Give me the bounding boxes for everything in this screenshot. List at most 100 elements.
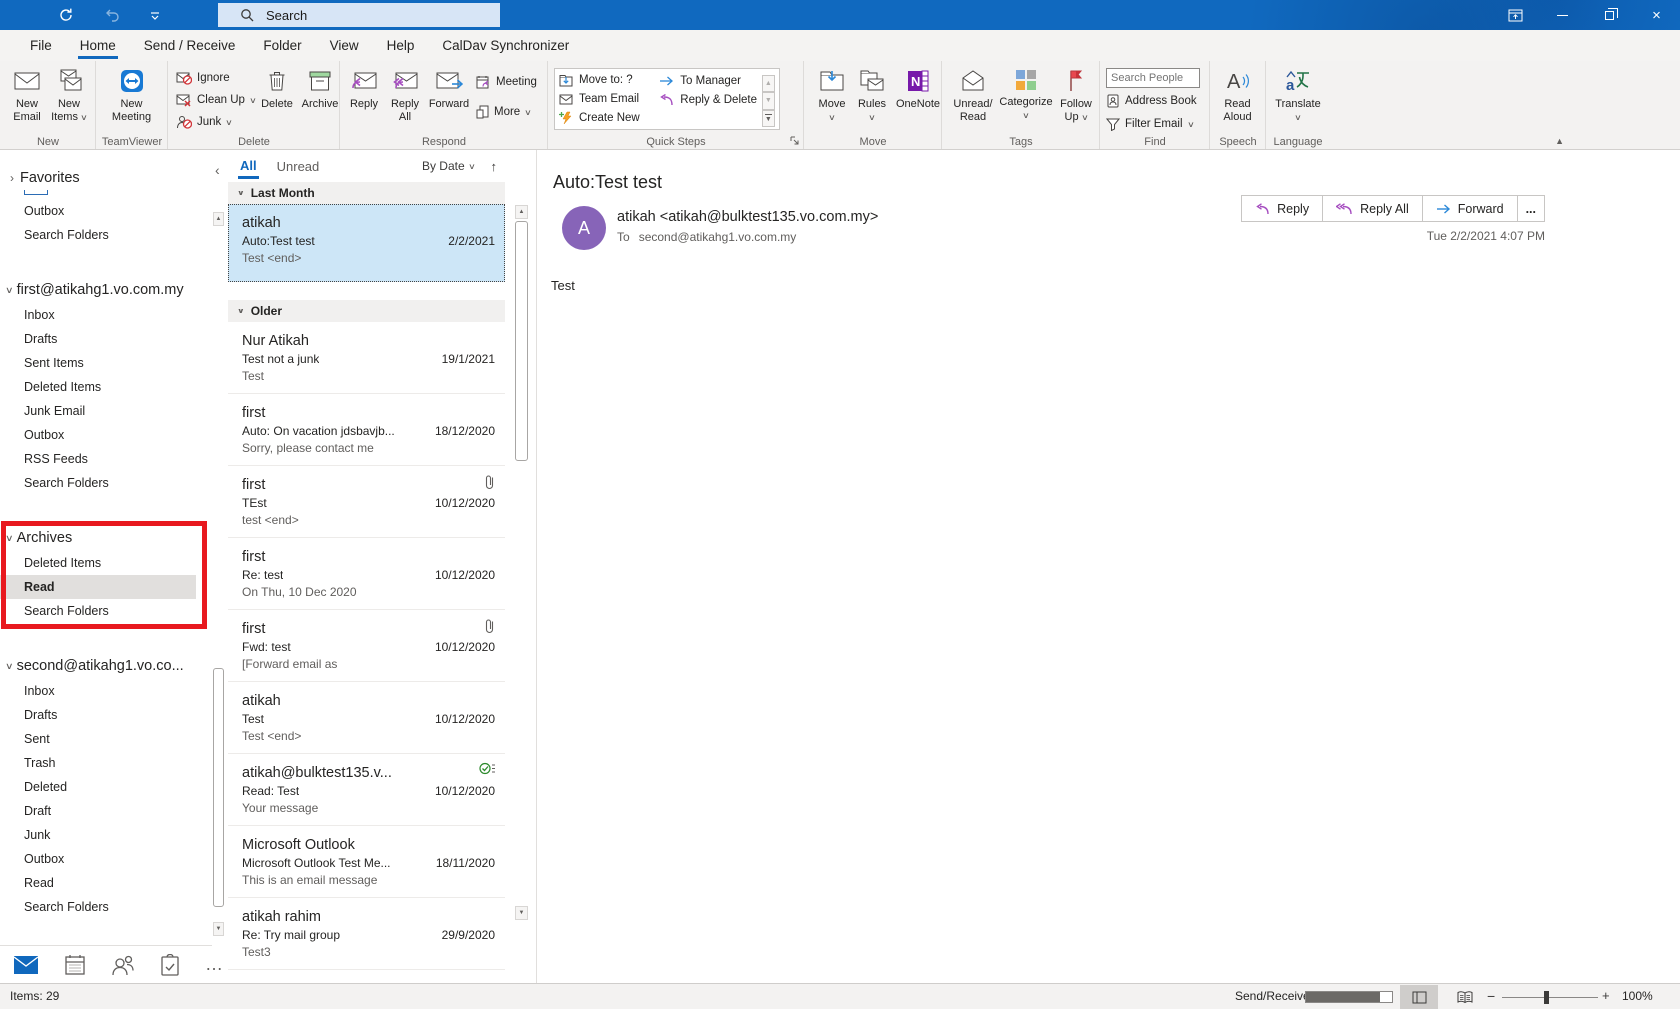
sidebar-item-inbox[interactable]: Inbox [0, 679, 196, 703]
filter-tab-all[interactable]: All [238, 153, 259, 179]
more-actions-button[interactable]: ... [1517, 195, 1545, 222]
account-header-first[interactable]: ∨ first@atikahg1.vo.com.my [0, 277, 212, 303]
restore-button[interactable] [1586, 0, 1633, 30]
sidebar-item-deleted[interactable]: Deleted [0, 775, 196, 799]
scroll-down-icon[interactable]: ▼ [515, 906, 528, 920]
customize-quick-access-icon[interactable] [150, 10, 160, 20]
scrollbar-thumb[interactable] [515, 221, 528, 461]
search-input[interactable]: Search [218, 3, 500, 27]
list-item[interactable]: Microsoft Outlook Microsoft Outlook Test… [228, 826, 505, 898]
quick-step-create-new[interactable]: Create New [559, 108, 659, 127]
archive-button[interactable]: Archive [298, 64, 342, 111]
scroll-down-icon[interactable]: ▼ [213, 922, 224, 936]
sidebar-item-trash[interactable]: Trash [0, 751, 196, 775]
reply-button[interactable]: Reply [344, 64, 384, 111]
address-book-button[interactable]: Address Book [1106, 91, 1206, 111]
sidebar-item-outbox[interactable]: Outbox [0, 423, 196, 447]
rules-button[interactable]: Rules∨ [852, 64, 892, 124]
list-item[interactable]: atikah@bulktest135.v... Read: Test10/12/… [228, 754, 505, 826]
normal-view-button[interactable] [1400, 985, 1438, 1009]
sidebar-item-deleted-items[interactable]: Deleted Items [0, 551, 196, 575]
new-meeting-button[interactable]: New Meeting [103, 64, 161, 123]
calendar-module-icon[interactable] [64, 954, 86, 976]
sidebar-item-sent-items[interactable]: Sent Items [0, 351, 196, 375]
filter-email-button[interactable]: Filter Email ∨ [1106, 114, 1206, 134]
search-people-input[interactable] [1106, 68, 1200, 88]
group-header-older[interactable]: ∨ Older [228, 300, 505, 322]
account-header-second[interactable]: ∨ second@atikahg1.vo.co... [0, 653, 212, 679]
reply-button[interactable]: Reply [1241, 195, 1323, 222]
list-item[interactable]: first TEst10/12/2020 test <end> [228, 466, 505, 538]
reply-all-button[interactable]: Reply All [1322, 195, 1423, 222]
sidebar-item-search-folders[interactable]: Search Folders [0, 599, 196, 623]
zoom-in-icon[interactable]: + [1602, 988, 1610, 1003]
onenote-button[interactable]: N OneNote [892, 64, 944, 111]
tab-caldav-synchronizer[interactable]: CalDav Synchronizer [428, 30, 583, 61]
sort-by-date-button[interactable]: By Date ∨ [422, 159, 475, 173]
reading-view-button[interactable] [1448, 985, 1482, 1009]
sidebar-item-drafts[interactable]: Drafts [0, 327, 196, 351]
sidebar-item-junk-clipped[interactable]: Junk [0, 190, 212, 199]
sidebar-item-deleted-items[interactable]: Deleted Items [0, 375, 196, 399]
quick-step-move-to[interactable]: Move to: ? [559, 71, 659, 90]
sidebar-item-search-folders[interactable]: Search Folders [0, 223, 196, 247]
reply-all-button[interactable]: Reply All [384, 64, 426, 123]
list-item[interactable]: first Fwd: test10/12/2020 [Forward email… [228, 610, 505, 682]
quick-step-team-email[interactable]: Team Email [559, 90, 659, 109]
tab-view[interactable]: View [316, 30, 373, 61]
sidebar-item-search-folders[interactable]: Search Folders [0, 471, 196, 495]
list-item[interactable]: first Auto: On vacation jdsbavjb...18/12… [228, 394, 505, 466]
account-header-archives[interactable]: ∨ Archives [0, 525, 212, 551]
list-item-selected[interactable]: atikah Auto:Test test2/2/2021 Test <end> [228, 204, 505, 282]
new-email-button[interactable]: New Email [6, 64, 48, 123]
zoom-slider-track[interactable] [1502, 997, 1598, 998]
sidebar-item-outbox[interactable]: Outbox [0, 199, 196, 223]
list-item[interactable]: atikah rahim Re: Try mail group29/9/2020… [228, 898, 505, 970]
sidebar-item-read[interactable]: Read [0, 871, 196, 895]
minimize-folder-pane-icon[interactable]: ‹ [215, 162, 220, 178]
more-modules-icon[interactable]: … [205, 954, 224, 975]
quick-steps-scroll[interactable]: ▲ ▼ ▼ [762, 75, 775, 127]
unread-read-button[interactable]: Unread/ Read [948, 64, 998, 123]
junk-button[interactable]: Junk ∨ [172, 112, 256, 132]
sidebar-item-draft[interactable]: Draft [0, 799, 196, 823]
sidebar-item-sent[interactable]: Sent [0, 727, 196, 751]
filter-tab-unread[interactable]: Unread [277, 159, 320, 174]
tab-file[interactable]: File [16, 30, 66, 61]
list-item[interactable]: atikah Test10/12/2020 Test <end> [228, 682, 505, 754]
zoom-level[interactable]: 100% [1622, 989, 1653, 1003]
follow-up-button[interactable]: Follow Up ∨ [1054, 64, 1098, 124]
scroll-up-icon[interactable]: ▲ [213, 212, 224, 226]
ignore-button[interactable]: Ignore [172, 68, 256, 88]
tab-send-receive[interactable]: Send / Receive [130, 30, 250, 61]
meeting-button[interactable]: Meeting [472, 72, 546, 92]
tab-help[interactable]: Help [373, 30, 429, 61]
send-receive-icon[interactable] [58, 7, 74, 23]
zoom-out-icon[interactable]: − [1487, 988, 1495, 1004]
sidebar-item-rss-feeds[interactable]: RSS Feeds [0, 447, 196, 471]
sidebar-item-search-folders[interactable]: Search Folders [0, 895, 196, 919]
minimize-button[interactable] [1539, 0, 1586, 30]
quick-step-to-manager[interactable]: To Manager [659, 71, 759, 90]
sidebar-item-read-selected[interactable]: Read [0, 575, 196, 599]
sidebar-item-drafts[interactable]: Drafts [0, 703, 196, 727]
more-button[interactable]: More ∨ [472, 102, 546, 122]
forward-button[interactable]: Forward [426, 64, 472, 111]
avatar[interactable]: A [562, 206, 606, 250]
favorites-header[interactable]: › Favorites [0, 166, 212, 190]
forward-button[interactable]: Forward [1422, 195, 1518, 222]
mail-list-scrollbar[interactable]: ▲ ▼ [515, 205, 528, 920]
clean-up-button[interactable]: Clean Up ∨ [172, 90, 256, 110]
collapse-ribbon-icon[interactable]: ▲ [1555, 136, 1564, 146]
scroll-up-icon[interactable]: ▲ [515, 205, 528, 219]
scrollbar-thumb[interactable] [213, 668, 224, 907]
sidebar-item-junk-email[interactable]: Junk Email [0, 399, 196, 423]
undo-icon[interactable] [104, 7, 120, 23]
group-header-last-month[interactable]: ∨ Last Month [228, 182, 505, 204]
new-items-button[interactable]: New Items ∨ [48, 64, 90, 124]
zoom-slider-thumb[interactable] [1544, 991, 1549, 1004]
delete-button[interactable]: Delete [256, 64, 298, 111]
sidebar-item-junk[interactable]: Junk [0, 823, 196, 847]
sidebar-item-outbox[interactable]: Outbox [0, 847, 196, 871]
move-button[interactable]: Move∨ [812, 64, 852, 124]
